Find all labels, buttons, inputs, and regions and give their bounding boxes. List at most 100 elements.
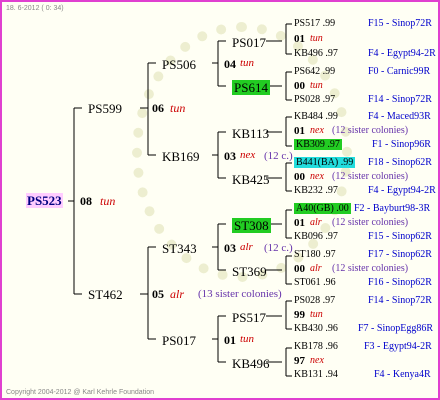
g4-queen: ST180 .97 [294,250,336,260]
g4-queen: PS028 .97 [294,95,335,105]
g2-gen: 01 [224,333,236,347]
g2-trait: nex [240,149,256,161]
g4-queen: KB178 .96 [294,342,338,352]
g4-queen-name: PS028 [294,295,321,306]
g4-gen: 01 [294,217,305,229]
branch-g3-7 [266,300,292,330]
g4-gen: 00 [294,263,305,275]
branch-g3-6 [266,255,292,285]
branch-g3-4 [266,162,292,192]
branch-g3-1 [266,23,292,55]
g4-queen-name: B441(BA) [296,157,339,168]
g4-trait: tun [310,80,323,91]
root-gen: 08 [80,194,92,208]
g4-queen-name: KB131 [294,369,323,380]
g4-trait: tun [310,309,323,320]
g3-queen: PS517 [232,310,266,325]
g1-trait: tun [170,101,186,115]
g4-queen-name: KB178 [294,341,323,352]
g4-queen-name: KB309 [296,139,325,150]
g4-sister-count: (12 sister colonies) [332,217,409,228]
g4-queen-name: KB484 [294,111,323,122]
g4-trait: nex [310,355,324,366]
g4-info: F18 - Sinop62R [368,157,432,168]
g4-trait: alr [310,217,322,228]
g4-info: F4 - Kenya4R [374,369,431,380]
g1-gen: 06 [152,101,164,115]
g4-queen-year: .99 [340,157,354,168]
g4-queen-name: KB096 [294,231,323,242]
g4-queen-year: .97 [327,139,340,150]
g4-sister-count: (12 sister colonies) [332,263,409,274]
g3-queen: KB425 [232,172,270,187]
g3-queen: ST369 [232,264,267,279]
g4-queen: B441(BA) .99 [294,157,356,168]
g2-gen: 03 [224,149,236,163]
g4-queen: KB496 .97 [294,49,338,59]
g1-queen: PS599 [88,101,122,116]
g4-queen-year: .97 [325,48,338,59]
g4-info: F14 - Sinop72R [368,295,432,306]
root-queen-name: PS523 [26,193,63,208]
g4-queen-year: .94 [325,369,338,380]
g2-gen: 04 [224,57,236,71]
g4-queen-year: .96 [323,277,336,288]
g2-sister-count: (12 c.) [264,242,293,254]
g4-gen: 01 [294,33,305,45]
g2-trait: alr [240,241,253,253]
g2-queen: PS506 [162,57,196,72]
g4-gen: 00 [294,80,305,92]
g4-queen-highlight: A40(GB) .00 [294,203,351,214]
g4-info: F3 - Egypt94-2R [364,341,432,352]
g4-gen: 97 [294,355,305,367]
g3-queen: KB113 [232,126,270,141]
g4-queen-highlight: KB309 .97 [294,139,342,150]
g4-info: F4 - Egypt94-2R [368,48,436,59]
g4-queen-highlight: B441(BA) .99 [294,157,356,168]
g4-info: F7 - SinopEgg86R [358,323,434,334]
g4-queen-year: .97 [325,231,338,242]
g4-queen-year: .97 [325,185,338,196]
g1-sister-count: (13 sister colonies) [198,288,282,300]
g1-gen: 05 [152,287,164,301]
g4-info: F4 - Maced93R [368,111,431,122]
g4-info: F0 - Carnic99R [368,66,431,77]
g4-queen-name: KB496 [294,48,323,59]
g4-queen-name: ST180 [294,249,321,260]
g4-trait: tun [310,33,323,44]
g4-info: F14 - Sinop72R [368,94,432,105]
g2-queen: PS017 [162,333,196,348]
g4-queen-name: ST061 [294,277,321,288]
g4-queen: PS028 .97 [294,296,335,306]
g4-queen: KB484 .99 [294,112,338,122]
g2-trait: tun [240,57,255,69]
g4-gen: 99 [294,309,305,321]
g4-queen: KB309 .97 [294,139,342,150]
g4-queen: PS517 .99 [294,19,335,29]
g4-info: F15 - Sinop72R [368,18,432,29]
g4-queen-year: .99 [322,18,336,29]
g4-info: F16 - Sinop62R [368,277,432,288]
g4-queen-year: .99 [325,111,338,122]
root-trait: tun [100,194,116,208]
g3-queen: ST308 [232,218,271,233]
g2-queen: ST343 [162,241,197,256]
g1-trait: alr [170,287,185,301]
g4-trait: nex [310,125,324,136]
pedigree-lines [68,23,292,377]
g4-queen: PS642 .99 [294,67,335,77]
g3-queen-name: ST308 [232,218,271,233]
copyright-footer: Copyright 2004-2012 @ Karl Kehrle Founda… [6,389,154,396]
g4-queen-year: .96 [325,341,338,352]
g4-queen-name: PS028 [294,94,321,105]
g4-queen-name: KB232 [294,185,323,196]
g3-queen: PS614 [232,80,270,95]
g4-queen-year: .97 [322,94,336,105]
g4-queen-name: PS517 [294,18,321,29]
g4-info: F4 - Egypt94-2R [368,185,436,196]
g2-gen: 03 [224,241,236,255]
g2-sister-count: (12 c.) [264,150,293,162]
g4-sister-count: (12 sister colonies) [332,171,409,182]
g4-queen: KB232 .97 [294,186,338,196]
g4-queen: KB131 .94 [294,370,338,380]
